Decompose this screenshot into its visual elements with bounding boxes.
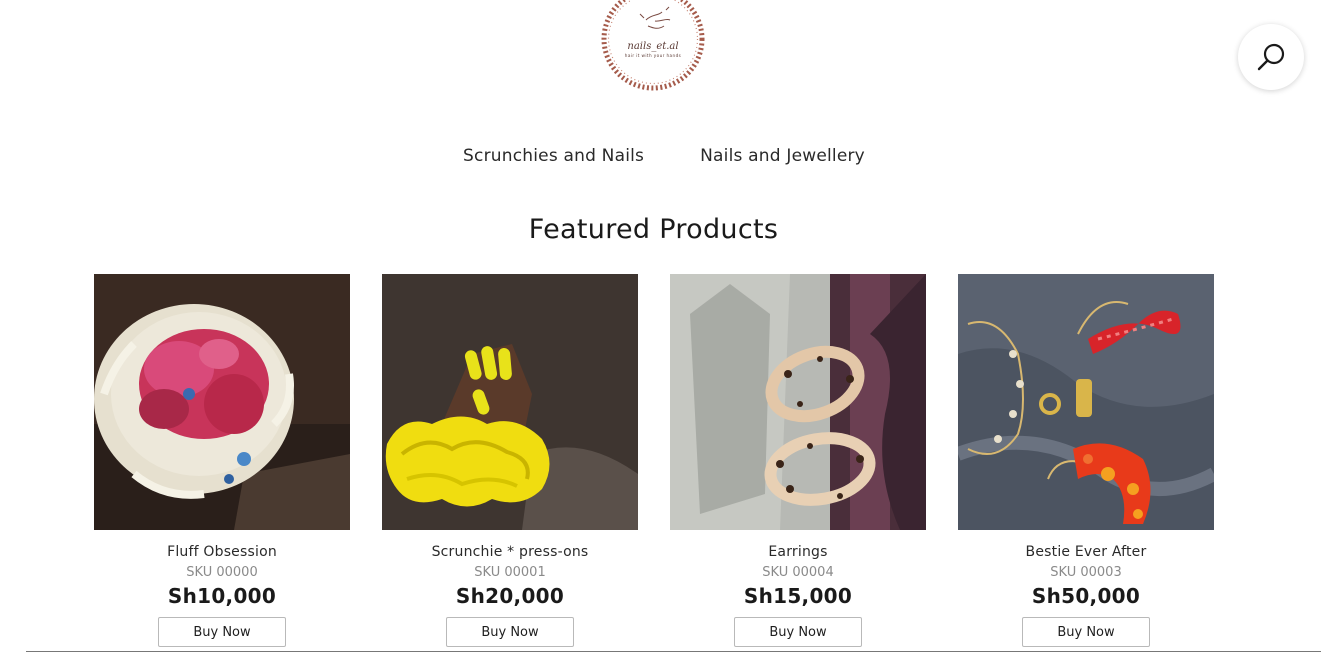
product-price: Sh50,000 <box>1031 584 1141 608</box>
featured-products-title: Featured Products <box>528 214 779 245</box>
product-card: Fluff Obsession SKU 00000 Sh10,000 Buy N… <box>94 274 350 647</box>
product-price: Sh10,000 <box>167 584 277 608</box>
product-card: Scrunchie * press-ons SKU 00001 Sh20,000… <box>382 274 638 647</box>
nav-item-nails-and-jewellery[interactable]: Nails and Jewellery <box>693 146 865 166</box>
product-image-fluff-obsession[interactable] <box>94 274 350 530</box>
nav-item-scrunchies-and-nails[interactable]: Scrunchies and Nails <box>456 146 644 166</box>
buy-now-button[interactable]: Buy Now <box>158 617 286 647</box>
brand-logo[interactable]: nails_et.al hair it with your hands <box>600 0 706 92</box>
buy-now-button[interactable]: Buy Now <box>1022 617 1150 647</box>
search-icon <box>1257 43 1285 71</box>
buy-now-button[interactable]: Buy Now <box>446 617 574 647</box>
product-price: Sh15,000 <box>743 584 853 608</box>
storefront-page: nails_et.al hair it with your hands Scru… <box>0 0 1321 653</box>
product-sku: SKU 00001 <box>474 565 546 580</box>
svg-text:nails_et.al: nails_et.al <box>627 41 678 52</box>
product-grid: Fluff Obsession SKU 00000 Sh10,000 Buy N… <box>94 274 1214 647</box>
product-name[interactable]: Earrings <box>768 544 827 561</box>
product-image-bestie-ever-after[interactable] <box>958 274 1214 530</box>
product-image-scrunchie-press-ons[interactable] <box>382 274 638 530</box>
product-name[interactable]: Scrunchie * press-ons <box>432 544 589 561</box>
product-name[interactable]: Fluff Obsession <box>167 544 277 561</box>
product-card: Earrings SKU 00004 Sh15,000 Buy Now <box>670 274 926 647</box>
divider <box>26 651 1321 652</box>
product-sku: SKU 00003 <box>1050 565 1122 580</box>
svg-text:hair it with your hands: hair it with your hands <box>625 53 681 58</box>
product-image-earrings[interactable] <box>670 274 926 530</box>
product-price: Sh20,000 <box>455 584 565 608</box>
product-card: Bestie Ever After SKU 00003 Sh50,000 Buy… <box>958 274 1214 647</box>
product-sku: SKU 00004 <box>762 565 834 580</box>
buy-now-button[interactable]: Buy Now <box>734 617 862 647</box>
search-button[interactable] <box>1238 24 1304 90</box>
product-sku: SKU 00000 <box>186 565 258 580</box>
category-nav: Scrunchies and Nails Nails and Jewellery <box>0 146 1321 166</box>
product-name[interactable]: Bestie Ever After <box>1026 544 1147 561</box>
